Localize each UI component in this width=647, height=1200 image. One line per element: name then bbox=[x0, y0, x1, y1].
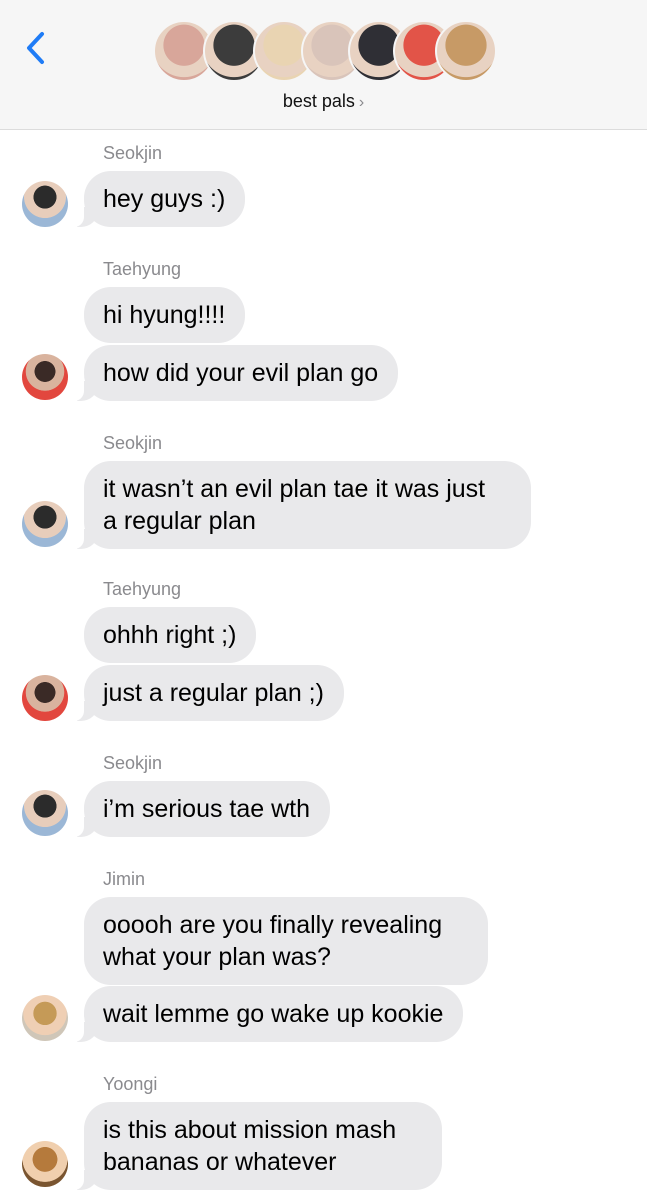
message-bubble[interactable]: it wasn’t an evil plan tae it was just a … bbox=[74, 461, 531, 549]
avatar[interactable] bbox=[22, 354, 68, 400]
message-bubble[interactable]: how did your evil plan go bbox=[73, 345, 399, 401]
sender-name: Seokjin bbox=[103, 143, 163, 163]
sender-name: Taehyung bbox=[103, 579, 182, 599]
group-avatar bbox=[435, 20, 497, 82]
avatar[interactable] bbox=[22, 995, 68, 1041]
avatar[interactable] bbox=[22, 181, 68, 227]
group-name-button[interactable]: best pals › bbox=[0, 91, 647, 112]
avatar[interactable] bbox=[22, 1141, 68, 1187]
message-bubble[interactable]: wait lemme go wake up kookie bbox=[73, 986, 464, 1042]
message-bubble[interactable]: ohhh right ;) bbox=[84, 607, 257, 663]
message-bubble[interactable]: ooooh are you finally revealing what your… bbox=[84, 897, 488, 985]
message-bubble[interactable]: is this about mission mash bananas or wha… bbox=[74, 1102, 442, 1190]
back-chevron-icon[interactable] bbox=[22, 28, 50, 68]
avatar[interactable] bbox=[22, 790, 68, 836]
avatar[interactable] bbox=[22, 501, 68, 547]
message-bubble[interactable]: hi hyung!!!! bbox=[84, 287, 246, 343]
sender-name: Seokjin bbox=[103, 753, 163, 773]
message-text: ooooh are you finally revealing what your… bbox=[103, 911, 443, 971]
message-bubble[interactable]: i’m serious tae wth bbox=[73, 781, 331, 837]
group-name: best pals bbox=[282, 91, 355, 111]
conversation-header: best pals › bbox=[0, 0, 647, 130]
sender-name: Seokjin bbox=[103, 433, 163, 453]
message-text: is this about mission mash bananas or wha… bbox=[103, 1116, 397, 1176]
sender-name: Yoongi bbox=[103, 1074, 158, 1094]
avatar[interactable] bbox=[22, 675, 68, 721]
message-text: it wasn’t an evil plan tae it was just a … bbox=[103, 475, 486, 535]
message-bubble[interactable]: hey guys :) bbox=[73, 171, 246, 227]
chevron-right-icon: › bbox=[358, 94, 365, 111]
sender-name: Taehyung bbox=[103, 259, 182, 279]
sender-name: Jimin bbox=[103, 869, 146, 889]
message-bubble[interactable]: just a regular plan ;) bbox=[74, 665, 344, 721]
